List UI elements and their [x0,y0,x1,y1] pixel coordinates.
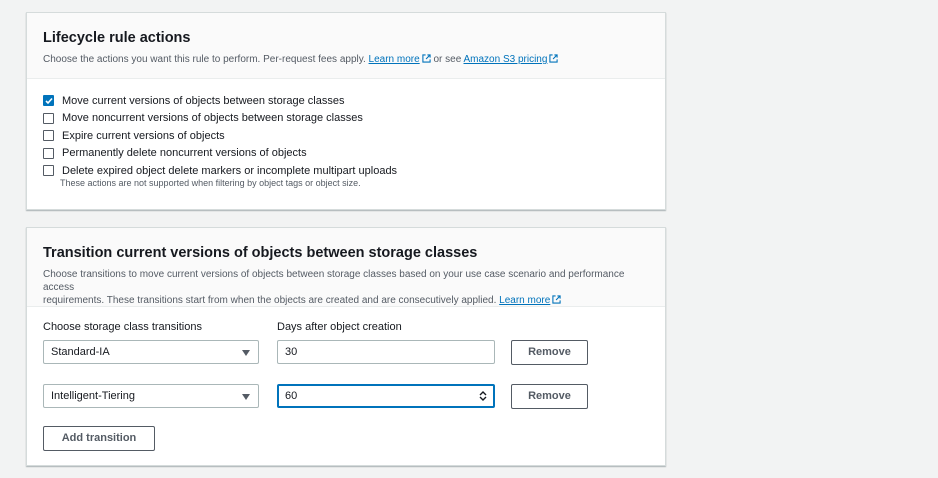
caret-down-icon [242,394,250,400]
days-input[interactable]: 60 [277,384,495,408]
option-expire-current[interactable]: Expire current versions of objects [43,127,649,145]
remove-button[interactable]: Remove [511,340,588,365]
description-line: requirements. These transitions start fr… [43,294,649,307]
option-label: Expire current versions of objects [62,129,225,142]
option-delete-noncurrent[interactable]: Permanently delete noncurrent versions o… [43,145,649,163]
option-label: Move noncurrent versions of objects betw… [62,112,363,125]
learn-more-link[interactable]: Learn more [369,54,420,65]
external-link-icon [422,54,431,63]
select-value: Intelligent-Tiering [51,390,135,402]
checkbox[interactable] [43,147,54,159]
checkbox[interactable] [43,165,54,177]
lifecycle-actions-options: Move current versions of objects between… [27,79,665,188]
or-see-text: or see [433,54,462,65]
option-move-noncurrent[interactable]: Move noncurrent versions of objects betw… [43,110,649,128]
checkbox-checked[interactable] [43,95,54,107]
checkmark-icon [44,97,53,104]
transition-current-title: Transition current versions of objects b… [43,245,478,261]
lifecycle-actions-header: Lifecycle rule actions Choose the action… [27,13,665,79]
transition-current-panel: Transition current versions of objects b… [26,227,666,466]
storage-class-select[interactable]: Standard-IA [43,340,259,364]
transition-current-description: Choose transitions to move current versi… [43,268,649,307]
add-transition-button[interactable]: Add transition [43,426,155,451]
lifecycle-actions-description: Choose the actions you want this rule to… [43,53,649,66]
s3-pricing-link[interactable]: Amazon S3 pricing [464,54,548,65]
transition-current-header: Transition current versions of objects b… [27,228,665,307]
option-label: Delete expired object delete markers or … [62,164,398,177]
external-link-icon [552,295,561,304]
filter-note: These actions are not supported when fil… [60,177,361,188]
remove-button[interactable]: Remove [511,384,588,409]
learn-more-link[interactable]: Learn more [499,295,550,306]
lifecycle-actions-title: Lifecycle rule actions [43,30,191,46]
option-label: Permanently delete noncurrent versions o… [62,147,307,160]
input-value: 30 [285,346,298,358]
description-line: Choose transitions to move current versi… [43,269,625,293]
option-label: Move current versions of objects between… [62,94,345,107]
days-label: Days after object creation [277,321,402,333]
days-input[interactable]: 30 [277,340,495,364]
description-text: Choose the actions you want this rule to… [43,54,366,65]
number-stepper-icon[interactable] [479,390,487,402]
storage-class-select[interactable]: Intelligent-Tiering [43,384,259,408]
option-move-current[interactable]: Move current versions of objects between… [43,92,649,110]
input-value: 60 [285,390,298,402]
checkbox[interactable] [43,130,54,142]
caret-down-icon [242,350,250,356]
checkbox[interactable] [43,112,54,124]
select-value: Standard-IA [51,346,110,358]
description-text: requirements. These transitions start fr… [43,295,497,306]
lifecycle-actions-panel: Lifecycle rule actions Choose the action… [26,12,666,210]
storage-class-label: Choose storage class transitions [43,321,202,333]
external-link-icon [549,54,559,63]
